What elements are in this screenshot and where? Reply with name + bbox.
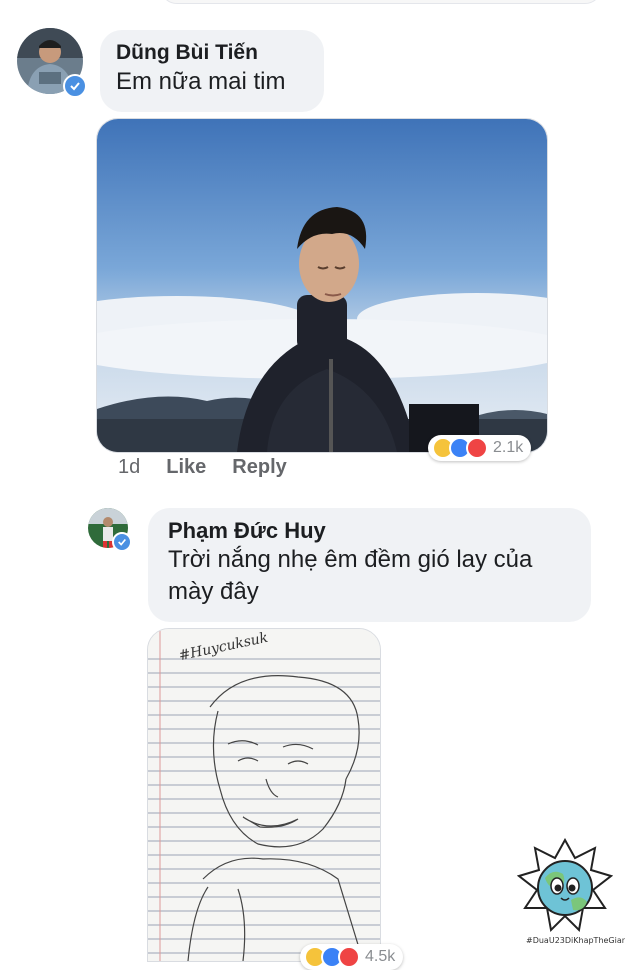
love-reaction-icon (338, 946, 360, 968)
comment-text: Em nữa mai tim (116, 68, 286, 95)
reply-author[interactable]: Phạm Đức Huy (168, 518, 575, 544)
reply-text-line-1: Trời nắng nhẹ êm đềm gió lay của (168, 546, 533, 573)
previous-comment-bubble (160, 0, 602, 4)
comment-timestamp[interactable]: 1d (118, 456, 140, 479)
reply-reaction-count: 4.5k (365, 948, 396, 965)
reply-reaction-summary[interactable]: 4.5k (300, 944, 404, 970)
comment-author[interactable]: Dũng Bùi Tiến (116, 40, 308, 66)
reply-drawing-photo[interactable]: #Huycuksuk (147, 628, 381, 962)
comment-bubble: Dũng Bùi Tiến Em nữa mai tim (100, 30, 324, 112)
reaction-summary[interactable]: 2.1k (428, 435, 532, 461)
sticker-caption: #DuaU23DiKhapTheGian (526, 936, 625, 945)
reaction-count: 2.1k (493, 439, 524, 456)
verified-badge-icon (112, 532, 132, 552)
love-reaction-icon (466, 437, 488, 459)
like-button[interactable]: Like (166, 456, 206, 479)
reply-button[interactable]: Reply (232, 456, 286, 479)
globe-mascot-sticker (516, 837, 614, 934)
reply-text-line-2: mày đây (168, 578, 259, 605)
comment-actions: 1d Like Reply (118, 456, 313, 479)
avatar-dung-bui-tien[interactable] (17, 28, 87, 98)
verified-badge-icon (63, 74, 87, 98)
comment-photo[interactable] (96, 118, 548, 453)
reply-bubble: Phạm Đức Huy Trời nắng nhẹ êm đềm gió la… (148, 508, 591, 622)
avatar-pham-duc-huy[interactable] (88, 508, 132, 552)
